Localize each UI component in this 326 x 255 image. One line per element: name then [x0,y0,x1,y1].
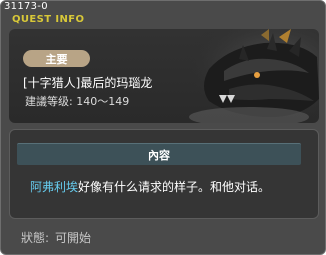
level-label: 建議等级: [25,95,73,108]
quest-name: [十字猎人]最后的玛瑙龙 [23,76,153,90]
status-label: 狀態: [21,231,50,245]
recommended-level: 建議等级: 140～149 [25,93,129,109]
status-value: 可開始 [55,231,92,245]
quest-info-window: 31173-0 QUEST INFO 主要 [十字猎人]最后的玛瑙龙 建議等级:… [0,0,326,255]
dragon-illustration [169,29,319,123]
quest-status: 狀態: 可開始 [21,229,91,246]
quest-content-panel: 內容 阿弗利埃好像有什么请求的样子。和他对话。 [9,129,319,219]
quest-header-panel: 主要 [十字猎人]最后的玛瑙龙 建議等级: 140～149 [9,29,319,123]
npc-link[interactable]: 阿弗利埃 [30,180,78,194]
quest-id: 31173-0 [4,1,48,12]
quest-description: 阿弗利埃好像有什么请求的样子。和他对话。 [30,178,270,195]
level-range: 140～149 [76,95,130,108]
window-title: QUEST INFO [12,14,85,25]
quest-category-badge: 主要 [23,50,90,67]
description-text: 好像有什么请求的样子。和他对话。 [78,180,271,194]
content-header: 內容 [17,143,301,165]
